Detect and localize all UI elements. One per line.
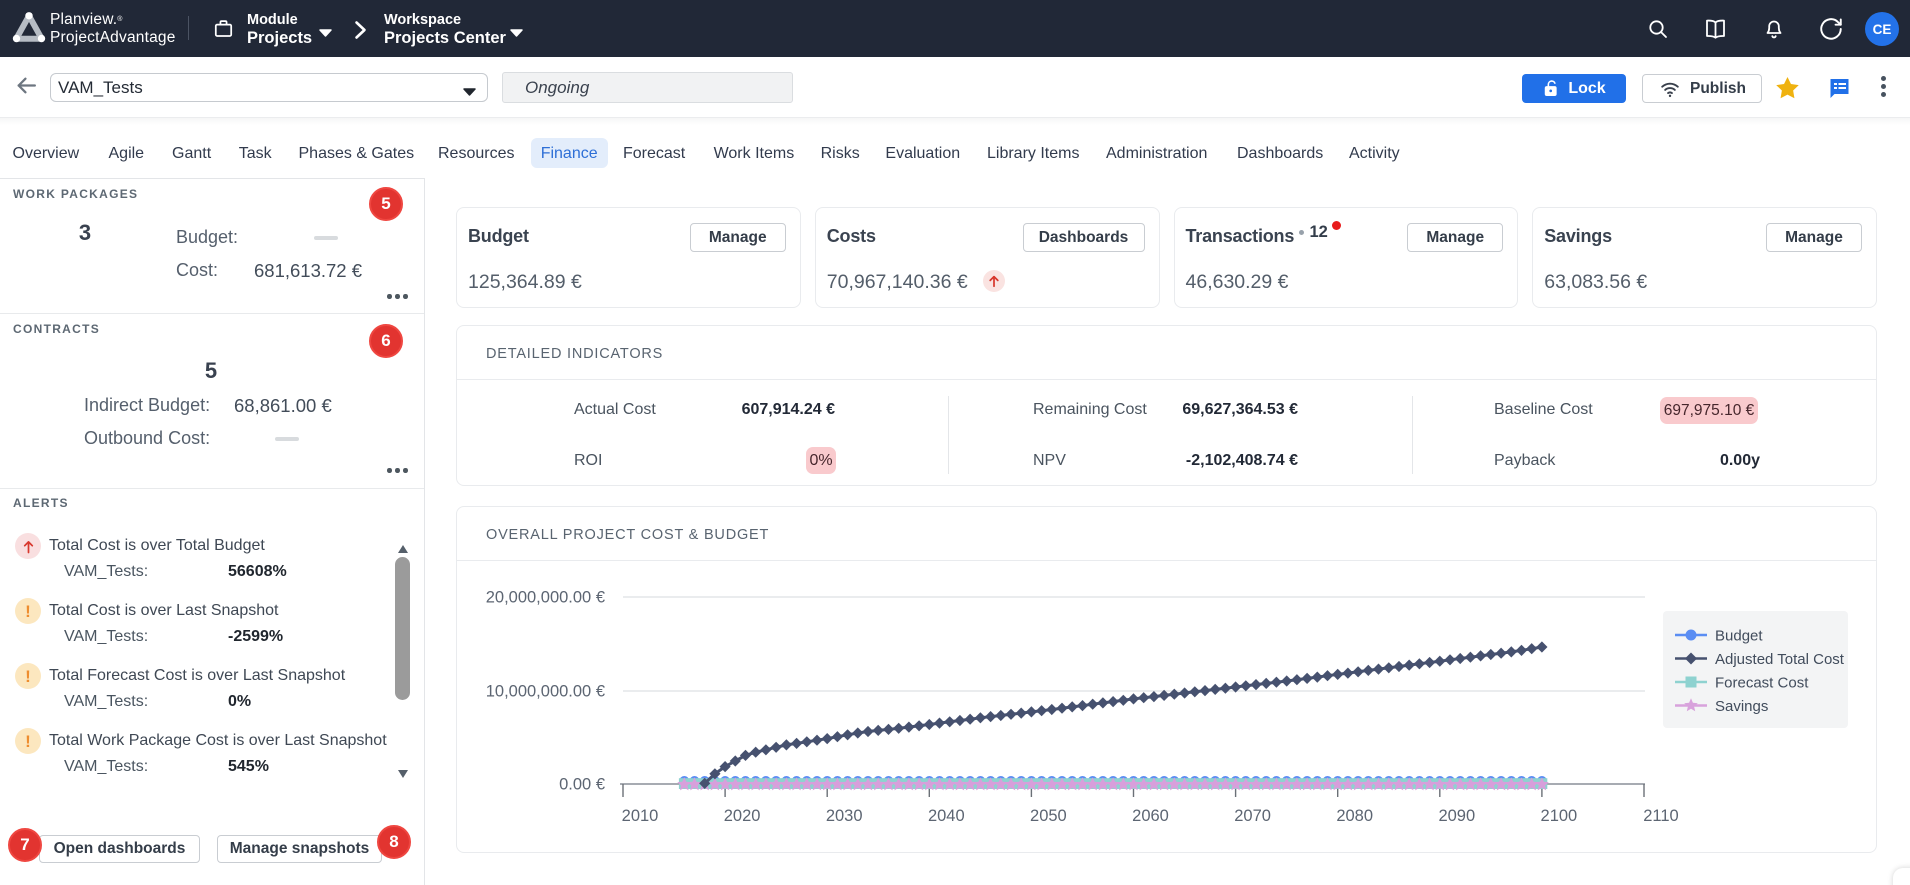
svg-text:0.00 €: 0.00 €	[559, 776, 605, 794]
svg-text:2110: 2110	[1643, 807, 1678, 825]
svg-text:Budget: Budget	[1715, 628, 1763, 645]
svg-text:2020: 2020	[724, 807, 761, 825]
svg-text:2010: 2010	[622, 807, 659, 825]
svg-text:Savings: Savings	[1715, 698, 1768, 715]
svg-text:2070: 2070	[1234, 807, 1271, 825]
svg-text:Adjusted Total Cost: Adjusted Total Cost	[1715, 651, 1845, 668]
svg-text:2030: 2030	[826, 807, 863, 825]
svg-text:2060: 2060	[1132, 807, 1169, 825]
svg-text:20,000,000.00 €: 20,000,000.00 €	[486, 589, 605, 607]
svg-text:10,000,000.00 €: 10,000,000.00 €	[486, 683, 605, 701]
svg-text:2080: 2080	[1336, 807, 1373, 825]
svg-text:Forecast Cost: Forecast Cost	[1715, 675, 1809, 692]
svg-text:2090: 2090	[1438, 807, 1475, 825]
svg-text:2050: 2050	[1030, 807, 1067, 825]
svg-text:2040: 2040	[928, 807, 965, 825]
svg-text:2100: 2100	[1541, 807, 1578, 825]
